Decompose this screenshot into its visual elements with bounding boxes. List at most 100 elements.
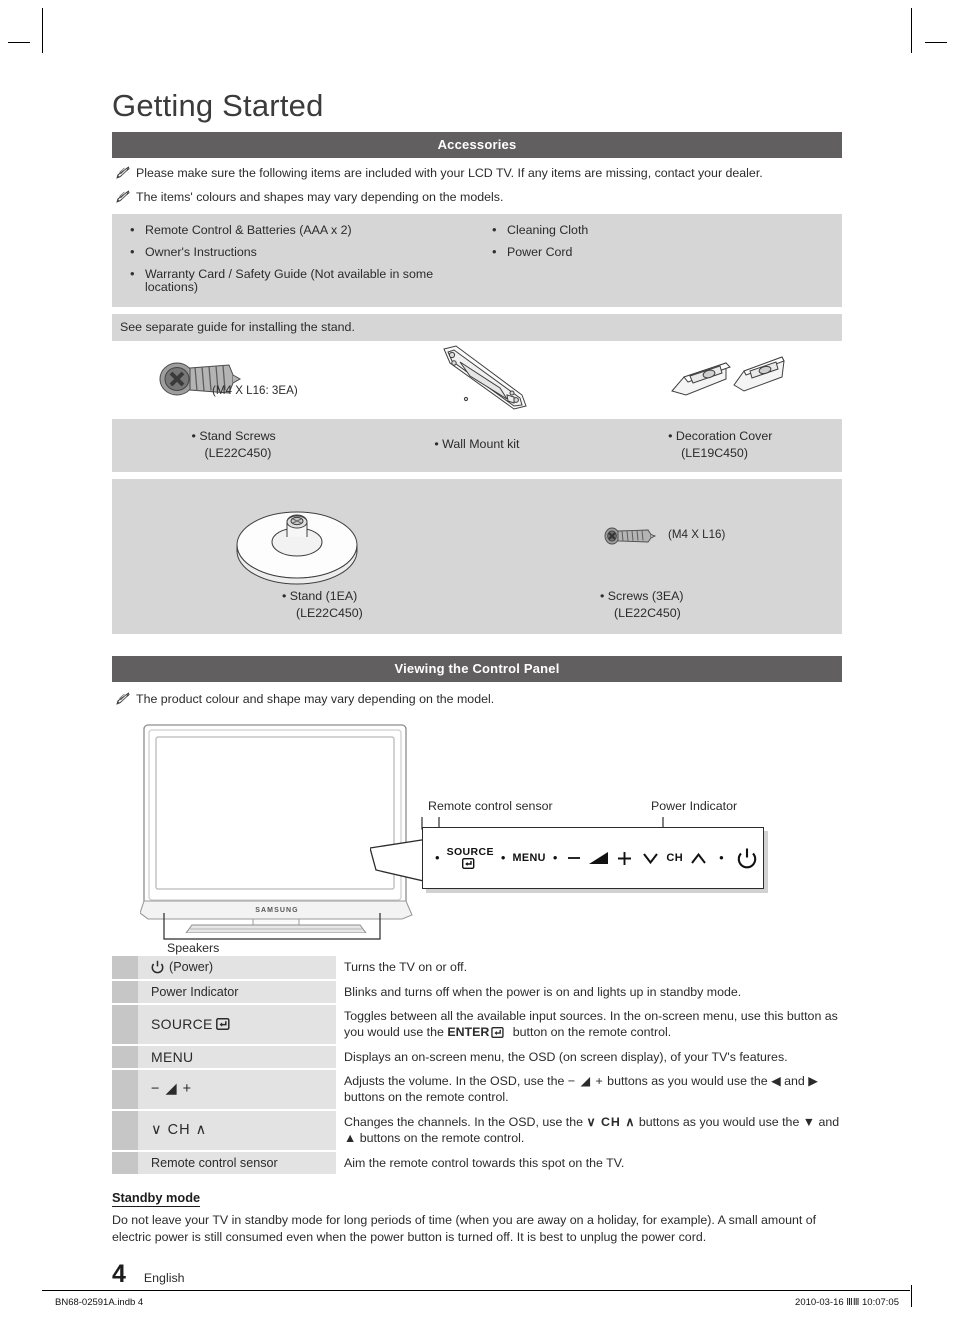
row-label-text: ∨ CH ∧ (151, 1122, 208, 1139)
volume-down-button[interactable] (567, 853, 581, 863)
screws-model: (LE22C450) (614, 605, 681, 620)
stand-install-note: See separate guide for installing the st… (112, 314, 842, 342)
row-desc: Displays an on-screen menu, the OSD (on … (344, 1049, 788, 1064)
power-icon (151, 960, 164, 974)
row-desc-part-a: Changes the channels. In the OSD, use th… (344, 1114, 587, 1129)
part-label-decoration-cover: Decoration Cover (LE19C450) (599, 428, 842, 461)
source-button-label: SOURCE (446, 845, 494, 858)
footer-end-mark (911, 1285, 912, 1307)
row-label-text: SOURCE (151, 1016, 213, 1033)
power-button[interactable] (736, 847, 758, 870)
row-desc-part-b: button on the remote control. (509, 1025, 672, 1040)
stand-parts-block: Stand (1EA) (LE22C450) (M4 X L16) Screws… (112, 478, 842, 634)
power-indicator-callout-label: Power Indicator (651, 799, 738, 814)
enter-icon (462, 858, 478, 870)
accessories-note-2-text: The items' colours and shapes may vary d… (136, 189, 504, 204)
page-number: 4 (112, 1260, 126, 1289)
table-row: SOURCE Toggles between all the available… (112, 1004, 842, 1044)
part-name: Wall Mount kit (442, 437, 520, 452)
enter-keyword: ENTER (447, 1025, 490, 1040)
stand-base-illustration (234, 497, 364, 589)
row-gutter (112, 1045, 138, 1069)
channel-up-button[interactable] (690, 852, 707, 865)
volume-icon (588, 851, 610, 866)
row-gutter (112, 1110, 138, 1150)
crop-mark-top-left-vertical (42, 8, 43, 53)
row-desc-part-a: Adjusts the volume. In the OSD, use the (344, 1074, 568, 1089)
volume-up-button[interactable] (617, 851, 632, 866)
wall-mount-kit-illustration (430, 343, 545, 415)
part-label-wall-mount-kit: Wall Mount kit (355, 428, 598, 461)
table-row: − ◢ + Adjusts the volume. In the OSD, us… (112, 1070, 842, 1109)
volume-keys: − ◢ + (567, 1074, 604, 1089)
row-label-channel: ∨ CH ∧ (138, 1110, 336, 1150)
list-item: Remote Control & Batteries (AAA x 2) (112, 223, 477, 246)
remote-sensor-callout-label: Remote control sensor (428, 799, 553, 814)
stand-screw-illustration (157, 353, 242, 405)
stand-screws-spec: (M4 X L16) (668, 527, 726, 541)
table-row: MENU Displays an on-screen menu, the OSD… (112, 1045, 842, 1069)
stand-name: Stand (1EA) (282, 589, 357, 603)
stand-model: (LE22C450) (296, 605, 363, 620)
accessories-column-left: Remote Control & Batteries (AAA x 2) Own… (112, 223, 477, 295)
channel-down-button[interactable] (642, 852, 659, 865)
tv-illustration: SAMSUNG (140, 723, 415, 934)
pencil-note-icon (115, 166, 130, 180)
menu-button[interactable]: MENU (512, 852, 545, 864)
row-gutter (112, 956, 138, 979)
control-description-table: (Power) Turns the TV on or off. Power In… (112, 956, 842, 1174)
part-name: Stand Screws (199, 429, 276, 444)
list-item: Cleaning Cloth (477, 223, 842, 246)
page-title: Getting Started (112, 88, 324, 123)
row-gutter (112, 1004, 138, 1044)
footer-rule (42, 1290, 910, 1291)
source-button[interactable]: SOURCE (447, 847, 494, 870)
row-gutter (112, 980, 138, 1003)
row-label-power-indicator: Power Indicator (138, 980, 336, 1003)
table-row: Remote control sensor Aim the remote con… (112, 1151, 842, 1174)
enter-icon (215, 1018, 233, 1031)
row-desc: Turns the TV on or off. (344, 960, 468, 975)
list-item: Owner's Instructions (112, 245, 477, 268)
pencil-note-icon (115, 691, 130, 706)
row-gutter (112, 1070, 138, 1109)
accessories-item-list: Remote Control & Batteries (AAA x 2) Own… (112, 214, 842, 308)
row-label-remote-sensor: Remote control sensor (138, 1151, 336, 1174)
control-panel-note-text: The product colour and shape may vary de… (136, 691, 495, 706)
row-desc: Toggles between all the available input … (336, 1005, 842, 1044)
page-footer-block: 4 English (112, 1260, 842, 1289)
pencil-note-icon (115, 190, 130, 204)
part-label-stand-screws: Stand Screws (LE22C450) (112, 428, 355, 461)
stand-screw-spec: (M4 X L16: 3EA) (212, 384, 298, 398)
row-label-power: (Power) (138, 956, 336, 979)
row-desc: Adjusts the volume. In the OSD, use the … (336, 1070, 842, 1109)
row-label-text: (Power) (169, 960, 214, 975)
channel-label: CH (666, 852, 684, 865)
table-row: Power Indicator Blinks and turns off whe… (112, 980, 842, 1003)
section-header-control-panel: Viewing the Control Panel (112, 655, 842, 682)
accessories-column-right: Cleaning Cloth Power Cord (477, 223, 842, 295)
control-panel-note: The product colour and shape may vary de… (115, 691, 842, 708)
standby-mode-body: Do not leave your TV in standby mode for… (112, 1212, 817, 1245)
footer-file-reference: BN68-02591A.indb 4 (55, 1297, 144, 1308)
row-label-text: MENU (151, 1048, 194, 1065)
footer-timestamp: 2010-03-16 ⅢⅢ 10:07:05 (795, 1297, 899, 1308)
crop-mark-top-right-horizontal (925, 42, 947, 43)
accessories-note-2: The items' colours and shapes may vary d… (115, 189, 842, 206)
page-language: English (143, 1271, 185, 1286)
row-label-text: − ◢ + (151, 1081, 193, 1098)
control-panel-magnified: • SOURCE • MENU • CH • (422, 827, 764, 890)
standby-mode-heading: Standby mode (112, 1189, 201, 1207)
speakers-callout-label: Speakers (167, 941, 220, 956)
screws-label: Screws (3EA) (LE22C450) (600, 588, 684, 621)
enter-icon (491, 1027, 507, 1039)
stand-label: Stand (1EA) (LE22C450) (282, 588, 363, 621)
part-model: (LE19C450) (681, 445, 748, 460)
magnifier-wedge (370, 838, 429, 884)
parts-label-band: Stand Screws (LE22C450) Wall Mount kit D… (112, 419, 842, 472)
accessories-note-1: Please make sure the following items are… (115, 165, 842, 182)
table-row: (Power) Turns the TV on or off. (112, 956, 842, 979)
channel-keys: ∨ CH ∧ (586, 1114, 636, 1129)
row-label-source: SOURCE (138, 1004, 336, 1044)
part-name: Decoration Cover (675, 429, 773, 444)
